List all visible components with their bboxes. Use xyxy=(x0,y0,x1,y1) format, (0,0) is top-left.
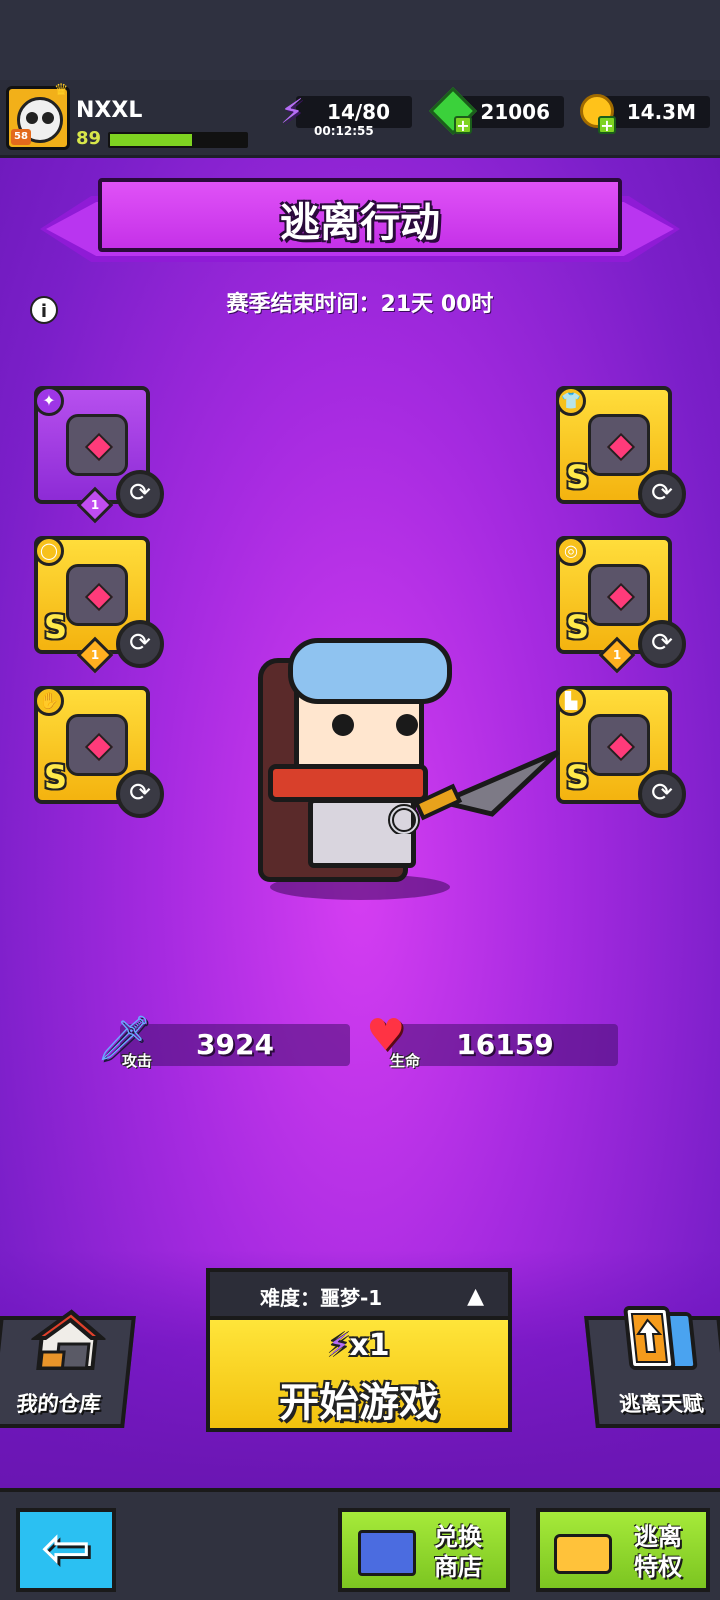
boots-item-icon xyxy=(588,714,650,776)
gold-value: 14.3M xyxy=(626,100,696,124)
hp-label: 生命 xyxy=(390,1052,421,1070)
hp-value: 16159 xyxy=(456,1028,554,1061)
arrow-left-icon: ⇦ xyxy=(40,1513,92,1583)
equip-slot-necklace[interactable]: ◯ S 1 ⟳ xyxy=(34,536,164,674)
talent-card-icon xyxy=(623,1306,698,1370)
avatar-badge: 58 xyxy=(11,129,31,145)
crown-icon: ♛ xyxy=(54,80,69,99)
swap-icon[interactable]: ⟳ xyxy=(116,470,164,518)
season-end-time: 赛季结束时间：21天 00时 xyxy=(226,292,494,317)
gem-value: 21006 xyxy=(480,100,550,124)
exchange-shop-button[interactable]: 兑换商店 xyxy=(338,1508,510,1592)
top-status-area xyxy=(0,0,720,80)
swap-icon[interactable]: ⟳ xyxy=(638,770,686,818)
difficulty-label: 难度：噩梦-1 xyxy=(260,1286,383,1310)
rank-label: S xyxy=(44,608,68,646)
glove-icon: ✋ xyxy=(34,686,64,716)
gauntlet-item-icon xyxy=(66,714,128,776)
player-level: 89 xyxy=(76,128,102,149)
escape-privilege-label: 逃离特权 xyxy=(634,1523,682,1581)
kunai-weapon-icon xyxy=(388,749,560,834)
ring-icon: ◎ xyxy=(556,536,586,566)
equip-slot-weapon[interactable]: ✦ 1 ⟳ xyxy=(34,386,164,524)
attack-label: 攻击 xyxy=(122,1052,153,1070)
add-gold-button[interactable]: + xyxy=(598,116,616,134)
rank-label: S xyxy=(566,608,590,646)
item-count-badge: 1 xyxy=(76,486,114,524)
banner-title: 逃离行动 xyxy=(280,200,440,246)
exchange-shop-label: 兑换商店 xyxy=(434,1523,482,1581)
swap-icon[interactable]: ⟳ xyxy=(638,470,686,518)
equip-slot-gloves[interactable]: ✋ S ⟳ xyxy=(34,686,164,818)
energy-bolt-icon: ⚡ xyxy=(280,92,304,132)
title-banner: 逃离行动 xyxy=(98,178,622,252)
dagger-icon: ✦ xyxy=(34,386,64,416)
equip-slot-armor[interactable]: 👕 S ⟳ xyxy=(556,386,686,518)
attack-value: 3924 xyxy=(196,1028,274,1061)
player-name: NXXL xyxy=(76,98,143,123)
start-game-button[interactable]: ⚡x1 开始游戏 xyxy=(206,1316,512,1432)
xp-bar xyxy=(108,132,248,148)
hero-eye xyxy=(332,714,354,736)
warehouse-button[interactable]: 我的仓库 xyxy=(0,1309,136,1428)
privilege-card-icon xyxy=(554,1534,612,1574)
necklace-item-icon xyxy=(66,564,128,626)
kunai-item-icon xyxy=(66,414,128,476)
energy-timer: 00:12:55 xyxy=(314,124,374,138)
escape-privilege-button[interactable]: 逃离特权 xyxy=(536,1508,710,1592)
rank-label: S xyxy=(44,758,68,796)
energy-cost-value: x1 xyxy=(349,1328,390,1363)
armor-icon: 👕 xyxy=(556,386,586,416)
difficulty-selector[interactable]: 难度：噩梦-1 ▲ xyxy=(206,1268,512,1318)
xp-bar-fill xyxy=(110,134,192,146)
start-game-label: 开始游戏 xyxy=(279,1380,439,1426)
hero-goggles xyxy=(288,638,452,704)
attack-stat: 3924 xyxy=(120,1024,350,1066)
energy-cost: ⚡x1 xyxy=(210,1328,508,1363)
boot-icon: ▙ xyxy=(556,686,586,716)
warehouse-label: 我的仓库 xyxy=(15,1392,102,1416)
swap-icon[interactable]: ⟳ xyxy=(116,770,164,818)
talent-label: 逃离天赋 xyxy=(618,1392,705,1416)
hp-stat: 16159 xyxy=(392,1024,618,1066)
item-count-badge: 1 xyxy=(76,636,114,674)
item-count-badge: 1 xyxy=(598,636,636,674)
belt-item-icon xyxy=(588,564,650,626)
hero-eye xyxy=(396,714,418,736)
energy-bolt-icon: ⚡ xyxy=(328,1328,350,1363)
equip-slot-belt[interactable]: ◎ S 1 ⟳ xyxy=(556,536,686,674)
equip-slot-boots[interactable]: ▙ S ⟳ xyxy=(556,686,686,818)
necklace-icon: ◯ xyxy=(34,536,64,566)
add-gems-button[interactable]: + xyxy=(454,116,472,134)
energy-value: 14/80 xyxy=(327,100,390,124)
talent-button[interactable]: 逃离天赋 xyxy=(584,1306,720,1428)
back-button[interactable]: ⇦ xyxy=(16,1508,116,1592)
armor-item-icon xyxy=(588,414,650,476)
swap-icon[interactable]: ⟳ xyxy=(116,620,164,668)
rank-label: S xyxy=(566,458,590,496)
swap-icon[interactable]: ⟳ xyxy=(638,620,686,668)
shop-icon xyxy=(358,1530,416,1576)
triangle-up-icon: ▲ xyxy=(467,1284,484,1309)
house-icon xyxy=(29,1309,108,1370)
